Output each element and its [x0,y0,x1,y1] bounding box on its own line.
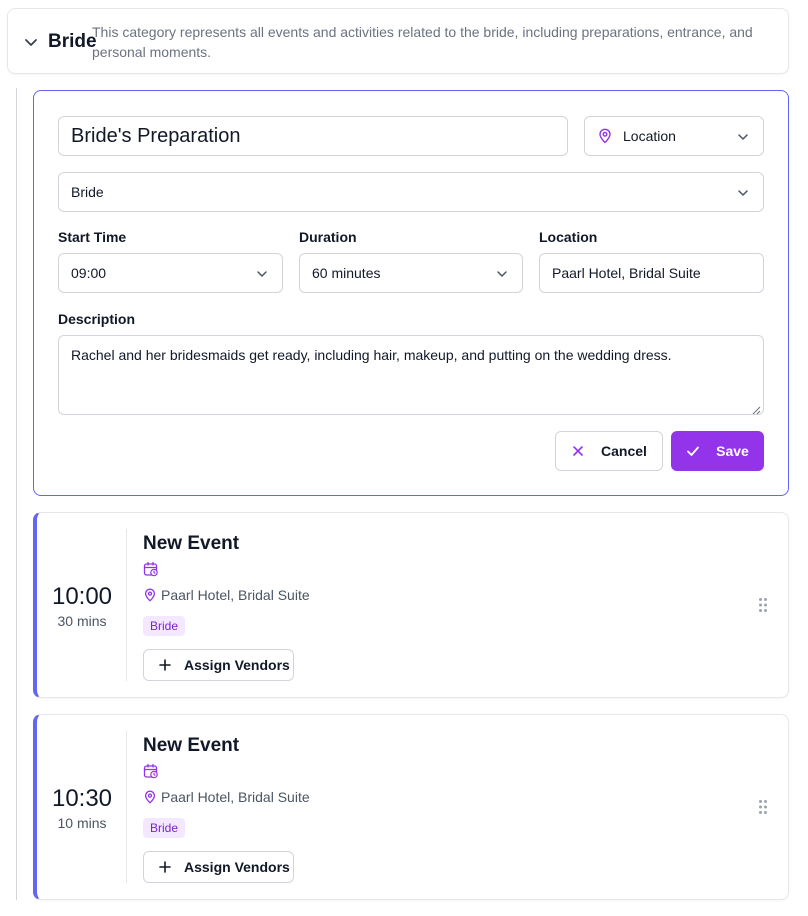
location-input[interactable]: Paarl Hotel, Bridal Suite [539,253,764,293]
chevron-down-icon [496,267,508,279]
event-location: Paarl Hotel, Bridal Suite [143,587,310,603]
duration-value: 60 minutes [312,265,381,281]
description-textarea[interactable]: Rachel and her bridesmaids get ready, in… [58,335,764,415]
divider [126,529,127,681]
calendar-clock-icon [143,561,159,577]
assign-vendors-button[interactable]: Assign Vendors [143,649,294,681]
location-input-value: Paarl Hotel, Bridal Suite [552,265,701,281]
chevron-down-icon[interactable] [22,33,40,51]
drag-handle-icon[interactable] [758,597,768,613]
event-location-text: Paarl Hotel, Bridal Suite [161,789,310,805]
duration-select[interactable]: 60 minutes [299,253,523,293]
save-button-label: Save [716,443,749,459]
location-label: Location [539,229,598,245]
calendar-clock-icon [143,763,159,779]
category-header[interactable]: Bride This category represents all event… [7,8,789,74]
map-pin-icon [144,588,156,602]
start-time-select[interactable]: 09:00 [58,253,283,293]
category-title: Bride [48,31,97,52]
cancel-button-label: Cancel [601,443,647,459]
divider [126,731,127,883]
event-duration: 30 mins [57,613,107,629]
resize-handle-icon[interactable] [751,402,761,415]
cancel-button[interactable]: Cancel [555,431,663,471]
category-select[interactable]: Bride [58,172,764,212]
category-select-value: Bride [71,184,104,200]
event-duration: 10 mins [57,815,107,831]
map-pin-icon [144,790,156,804]
event-card[interactable]: 10:00 30 mins New Event Paarl Hotel, Bri… [33,512,789,698]
plus-icon [159,861,171,873]
assign-vendors-label: Assign Vendors [184,859,290,875]
category-badge: Bride [143,818,186,838]
duration-label: Duration [299,229,357,245]
event-location-text: Paarl Hotel, Bridal Suite [161,587,310,603]
description-value: Rachel and her bridesmaids get ready, in… [71,347,672,363]
timeline-line [16,88,17,900]
plus-icon [159,659,171,671]
map-pin-icon [597,128,613,144]
event-time: 10:30 [51,785,113,812]
drag-handle-icon[interactable] [758,799,768,815]
event-time: 10:00 [51,583,113,610]
category-badge: Bride [143,616,186,636]
event-title-input[interactable]: Bride's Preparation [58,116,568,156]
check-icon [687,446,700,456]
start-time-label: Start Time [58,229,127,245]
save-button[interactable]: Save [671,431,764,471]
chevron-down-icon [256,267,268,279]
event-title: New Event [143,533,240,554]
location-select[interactable]: Location [584,116,764,156]
x-icon [573,446,583,456]
start-time-value: 09:00 [71,265,107,281]
event-card[interactable]: 10:30 10 mins New Event Paarl Hotel, Bri… [33,714,789,900]
assign-vendors-button[interactable]: Assign Vendors [143,851,294,883]
description-label: Description [58,311,136,327]
chevron-down-icon [737,186,749,198]
event-edit-form: Bride's Preparation Location Bride Start… [33,90,789,496]
chevron-down-icon [737,130,749,142]
event-title: New Event [143,735,240,756]
assign-vendors-label: Assign Vendors [184,657,290,673]
event-location: Paarl Hotel, Bridal Suite [143,789,310,805]
location-select-label: Location [623,128,676,144]
event-title-value: Bride's Preparation [71,124,241,147]
category-description: This category represents all events and … [92,24,753,60]
